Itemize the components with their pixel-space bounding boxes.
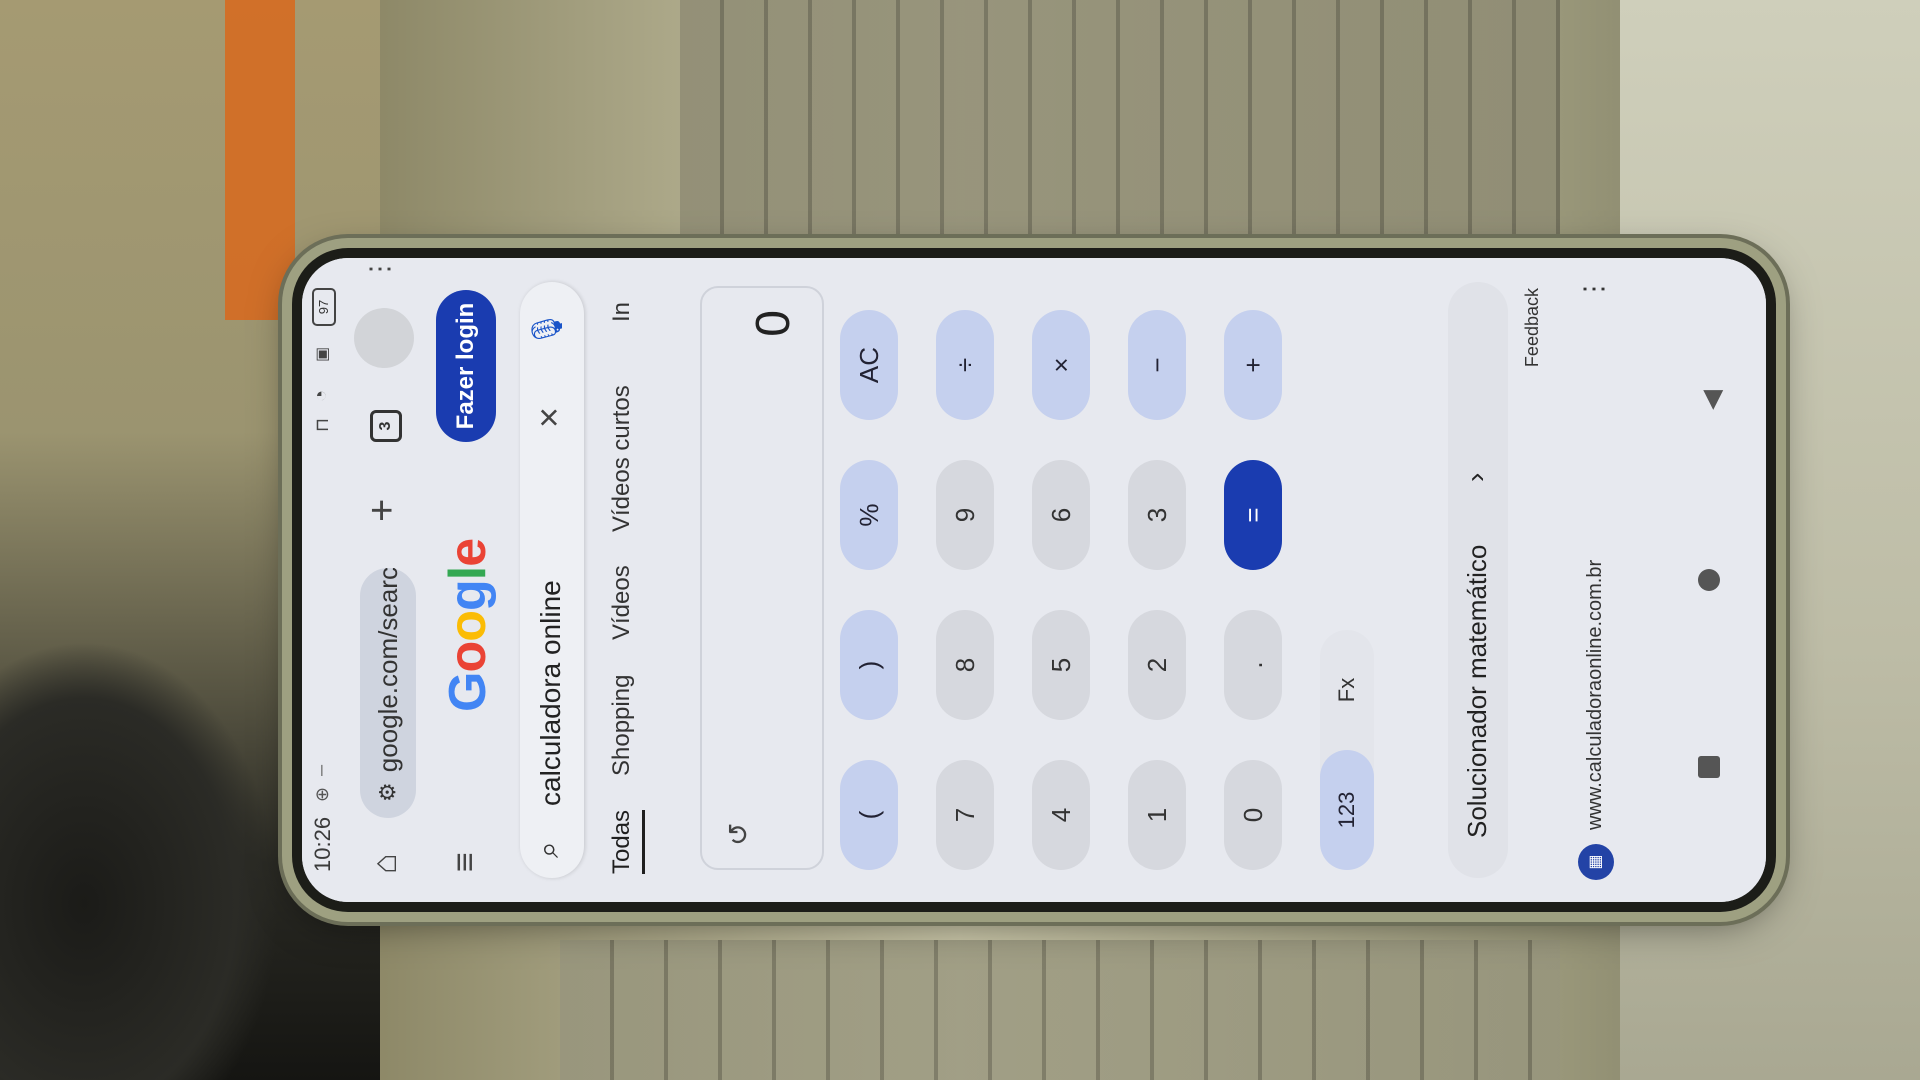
background-camera: [0, 640, 280, 1080]
result-url[interactable]: www.calculadoraonline.com.br: [1584, 560, 1607, 830]
calc-key[interactable]: 9: [936, 460, 994, 570]
background-shelf: [680, 0, 1560, 260]
filter-shopping[interactable]: Shopping: [608, 675, 636, 776]
sim-icon: ▣: [314, 346, 331, 362]
calculator-display: ↺ 0: [700, 286, 824, 870]
logo-letter: l: [439, 566, 497, 581]
status-bar: 10:26 ⊕ – ⊓ ◔ ▣ 97: [302, 258, 350, 902]
mic-icon[interactable]: 🎙: [530, 310, 565, 348]
dash-icon: –: [310, 764, 332, 776]
search-input[interactable]: [534, 444, 568, 808]
calc-key[interactable]: ×: [1032, 310, 1090, 420]
logo-letter: o: [439, 641, 497, 673]
calc-key[interactable]: 2: [1128, 610, 1186, 720]
clear-icon[interactable]: ×: [528, 407, 570, 428]
filter-more[interactable]: In: [608, 302, 636, 322]
search-icon: ⌕: [532, 841, 565, 858]
calculator-widget: ↺ 0 ()% AC 7 8 9 ÷ 4 5 6 × 1 2 3−0. = + 123 Fx: [700, 282, 1440, 878]
calc-key[interactable]: ): [840, 610, 898, 720]
calc-key[interactable]: %: [840, 460, 898, 570]
home-icon[interactable]: ⌂: [366, 853, 405, 874]
recents-button[interactable]: [1698, 756, 1720, 778]
google-header: ≡ Google Fazer login: [432, 258, 512, 902]
menu-icon[interactable]: ≡: [446, 852, 485, 872]
google-logo: Google: [438, 539, 498, 712]
background-shelf-bottom: [560, 940, 1560, 1080]
clock: 10:26: [310, 816, 335, 872]
chevron-right-icon: ›: [1460, 472, 1491, 482]
account-avatar[interactable]: [354, 308, 414, 368]
mode-123-button[interactable]: 123: [1320, 750, 1374, 870]
calc-key[interactable]: 1: [1128, 760, 1186, 870]
calc-key[interactable]: 7: [936, 760, 994, 870]
calc-key[interactable]: 4: [1032, 760, 1090, 870]
phone-frame: 10:26 ⊕ – ⊓ ◔ ▣ 97 ⌂ ⚙ google.com/searc …: [292, 248, 1776, 912]
home-button[interactable]: [1698, 569, 1720, 591]
calc-key[interactable]: 5: [1032, 610, 1090, 720]
history-icon[interactable]: ↺: [722, 823, 755, 846]
search-box[interactable]: ⌕ × 🎙: [520, 282, 584, 878]
search-filters: Todas Shopping Vídeos Vídeos curtos In: [604, 258, 664, 902]
display-value: 0: [747, 310, 800, 337]
calc-key[interactable]: .: [1224, 610, 1282, 720]
logo-letter: o: [439, 611, 497, 642]
calc-key[interactable]: =: [1224, 460, 1282, 570]
back-button[interactable]: ◀: [1696, 390, 1727, 410]
browser-toolbar: ⌂ ⚙ google.com/searc + 3 ⋮: [354, 258, 424, 902]
logo-letter: G: [439, 672, 497, 712]
calc-key[interactable]: (: [840, 760, 898, 870]
calc-key[interactable]: 8: [936, 610, 994, 720]
nfc-icon: ⊓: [312, 417, 332, 432]
background-orange-object: [225, 0, 295, 320]
search-result[interactable]: ▦ www.calculadoraonline.com.br ⋮: [1574, 258, 1634, 902]
sync-icon: ⊕: [312, 786, 332, 802]
url-text: google.com/searc: [372, 568, 403, 773]
site-favicon-icon: ▦: [1578, 844, 1614, 880]
screen-content: 10:26 ⊕ – ⊓ ◔ ▣ 97 ⌂ ⚙ google.com/searc …: [302, 258, 1766, 902]
solver-label: Solucionador matemático: [1462, 544, 1492, 838]
sign-in-button[interactable]: Fazer login: [436, 290, 496, 442]
calc-key[interactable]: 6: [1032, 460, 1090, 570]
system-nav-bar: ◀: [1690, 258, 1766, 902]
calc-key[interactable]: +: [1224, 310, 1282, 420]
filter-videos[interactable]: Vídeos: [608, 565, 636, 640]
calc-key[interactable]: −: [1128, 310, 1186, 420]
filter-short-videos[interactable]: Vídeos curtos: [608, 385, 636, 532]
logo-letter: g: [439, 580, 497, 612]
wifi-icon: ◔: [310, 389, 332, 402]
calc-key[interactable]: 0: [1224, 760, 1282, 870]
calc-key[interactable]: AC: [840, 310, 898, 420]
new-tab-icon[interactable]: +: [360, 499, 405, 522]
calc-key[interactable]: ÷: [936, 310, 994, 420]
mode-fx-button[interactable]: Fx: [1320, 630, 1374, 750]
calculator-mode-toggle: 123 Fx: [1320, 630, 1374, 870]
math-solver-link[interactable]: Solucionador matemático ›: [1448, 282, 1508, 878]
tab-switcher-button[interactable]: 3: [370, 410, 402, 442]
address-bar[interactable]: ⚙ google.com/searc: [360, 568, 416, 818]
site-settings-icon[interactable]: ⚙: [375, 782, 401, 802]
more-vert-icon[interactable]: ⋮: [364, 258, 395, 282]
calc-key[interactable]: 3: [1128, 460, 1186, 570]
battery-indicator: 97: [312, 288, 336, 326]
result-more-icon[interactable]: ⋮: [1578, 276, 1609, 302]
phone-screen: 10:26 ⊕ – ⊓ ◔ ▣ 97 ⌂ ⚙ google.com/searc …: [302, 258, 1766, 902]
feedback-link[interactable]: Feedback: [1522, 288, 1543, 367]
logo-letter: e: [439, 538, 497, 567]
filter-todas[interactable]: Todas: [608, 809, 645, 874]
